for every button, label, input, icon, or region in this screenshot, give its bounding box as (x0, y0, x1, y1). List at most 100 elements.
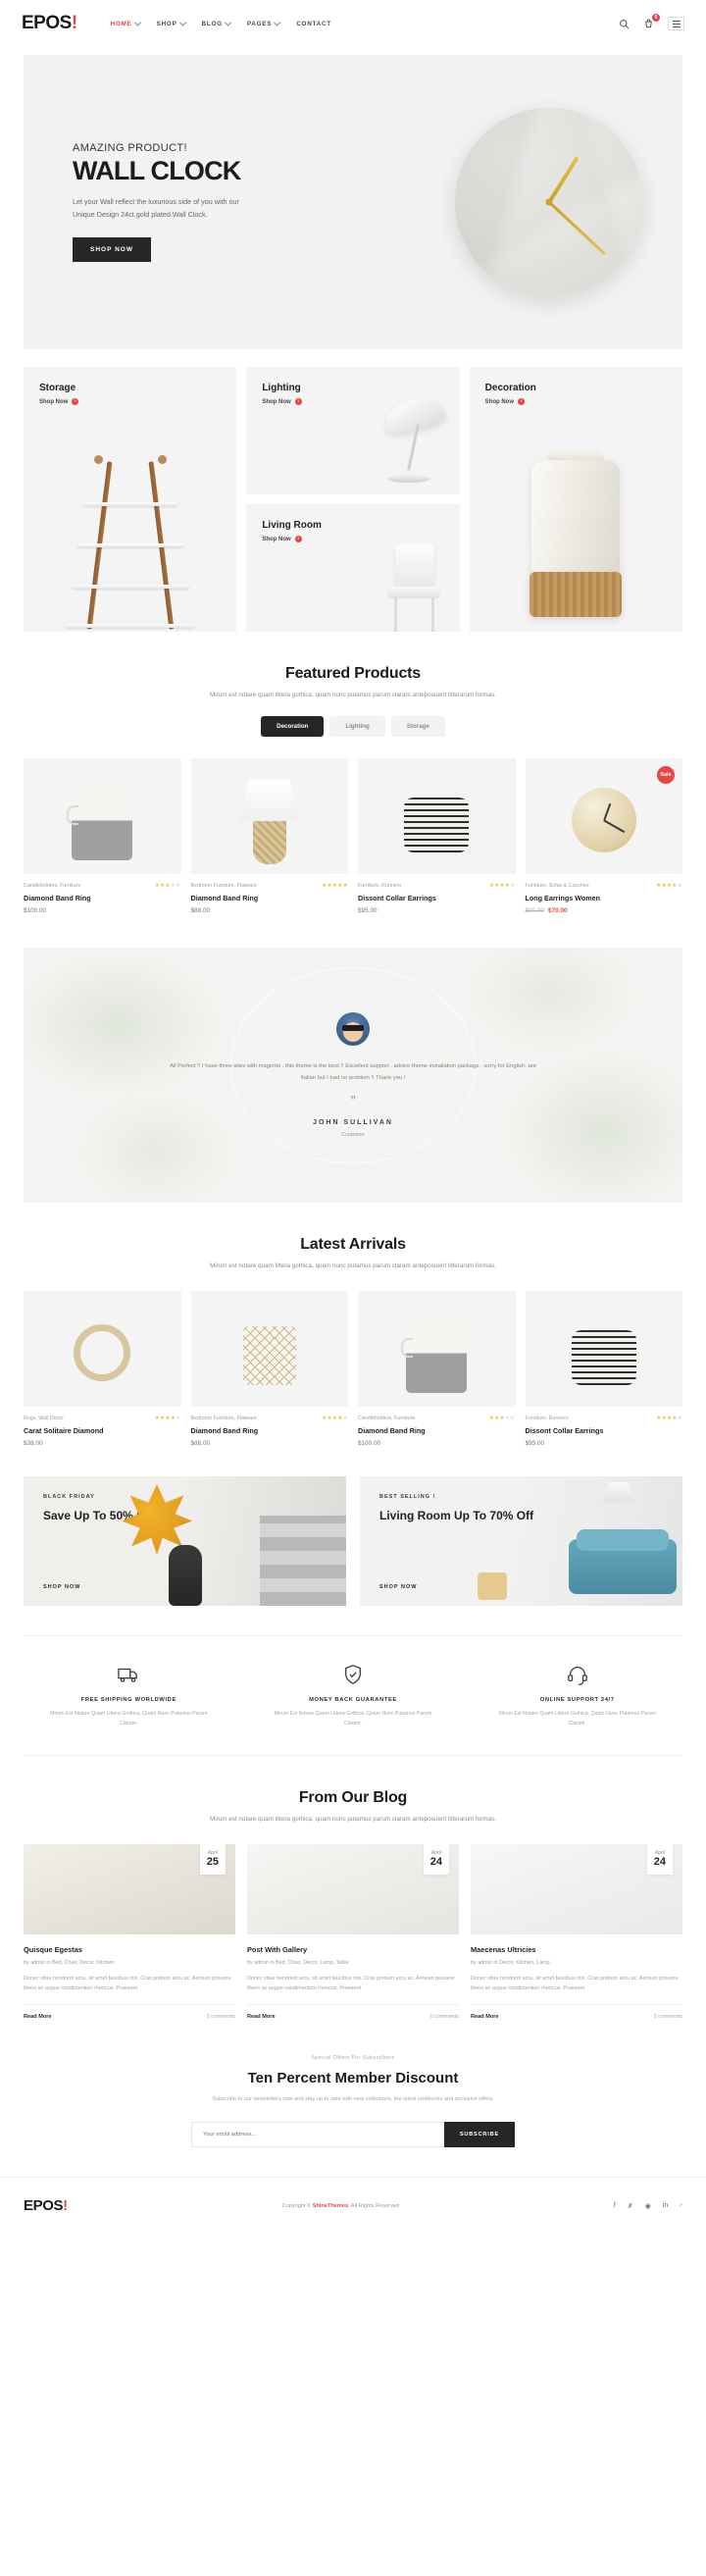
category-shop-now-link[interactable]: Shop Now › (485, 398, 682, 405)
blog-date-month: April (430, 1849, 441, 1856)
promo-shop-now-button[interactable]: SHOP NOW (379, 1584, 417, 1590)
product-card[interactable]: Sale Furniture, Sofas & Couches ★★★★★ Long … (525, 758, 683, 914)
services-bar: FREE SHIPPING WORLDWIDE Mirum Est Notare … (24, 1635, 682, 1756)
blog-card[interactable]: April 24 Maecenas Ultricies by admin in Dec… (471, 1843, 682, 2020)
product-image[interactable] (358, 758, 516, 874)
cart-icon[interactable]: 0 (643, 13, 660, 29)
product-category: Rugs, Wall Decor (24, 1416, 65, 1421)
email-field[interactable] (191, 2122, 444, 2148)
towels-image (260, 1516, 346, 1606)
product-name[interactable]: Diamond Band Ring (24, 894, 181, 902)
promo-banner-black-friday[interactable]: BLACK FRIDAY Save Up To 50% Off SHOP NOW (24, 1476, 346, 1606)
product-price-row: $88.00 (191, 1440, 349, 1447)
product-image[interactable] (525, 1291, 682, 1407)
product-card[interactable]: Furniture, Runners ★★★★★ Dissont Collar Ea… (525, 1291, 683, 1447)
product-image[interactable] (190, 758, 348, 874)
read-more-link[interactable]: Read More (247, 2014, 276, 2020)
instagram-icon[interactable]: ◉ (645, 2202, 651, 2210)
blog-date-day: 25 (206, 1855, 219, 1868)
tab-lighting[interactable]: Lighting (329, 716, 385, 737)
search-icon[interactable] (619, 19, 630, 29)
blog-comment-count: 0 comments (206, 2014, 235, 2021)
category-card-storage[interactable]: Storage Shop Now › (24, 367, 237, 632)
category-card-decoration[interactable]: Decoration Shop Now › (469, 367, 682, 632)
product-category: Furniture, Runners (358, 883, 402, 889)
nav-item-shop[interactable]: SHOP (157, 19, 186, 27)
product-card[interactable]: Bedroom Furniture, Flatware ★★★★★ Diamond … (190, 1291, 349, 1447)
arrivals-title: Latest Arrivals (300, 1236, 406, 1253)
chevron-down-icon (224, 19, 231, 26)
category-title: Lighting (262, 383, 301, 393)
tab-decoration[interactable]: Decoration (261, 716, 325, 737)
rss-icon[interactable]: ◜ (680, 2202, 682, 2210)
twitter-icon[interactable]: ✗ (628, 2202, 633, 2210)
site-footer: EPOS! Copyright © ShineThemes. All Right… (0, 2177, 706, 2234)
product-name[interactable]: Dissont Collar Earrings (358, 894, 516, 902)
product-meta: Furniture, Runners ★★★★★ (526, 1416, 683, 1421)
blog-grid: April 25 Quisque Egestas by admin in Bed, C… (24, 1843, 682, 2021)
tab-storage[interactable]: Storage (390, 716, 445, 737)
hamburger-icon[interactable] (668, 17, 684, 30)
product-category: Bedroom Furniture, Flatware (190, 883, 257, 889)
product-price: $95.00 (525, 1440, 545, 1447)
copyright: Copyright © ShineThemes. All Rights Rese… (282, 2203, 399, 2209)
quote-mark-icon: ” (350, 1094, 356, 1111)
category-card-lighting[interactable]: Lighting Shop Now › (246, 367, 460, 494)
blog-card[interactable]: April 24 Post With Gallery by admin in Bed,… (247, 1843, 459, 2020)
newsletter-kicker: Special Offers For Subscribers (311, 2055, 395, 2062)
site-logo[interactable]: EPOS! (22, 13, 77, 34)
promo-kicker: BLACK FRIDAY (43, 1494, 95, 1500)
shelf-illustration (65, 445, 195, 632)
blog-post-title[interactable]: Quisque Egestas (24, 1945, 235, 1954)
product-image[interactable] (358, 1291, 516, 1407)
product-card[interactable]: Candleholders, Furniture ★★★★★ Diamond Ban… (358, 1291, 516, 1447)
read-more-link[interactable]: Read More (471, 2014, 499, 2020)
nav-item-contact[interactable]: CONTACT (296, 21, 331, 27)
product-name[interactable]: Carat Solitaire Diamond (24, 1426, 181, 1435)
blog-thumbnail[interactable]: April 24 (247, 1843, 459, 1934)
read-more-link[interactable]: Read More (24, 2014, 52, 2020)
category-card-living-room[interactable]: Living Room Shop Now › (246, 504, 460, 632)
blog-thumbnail[interactable]: April 25 (24, 1843, 235, 1934)
product-image[interactable] (24, 758, 181, 874)
promo-shop-now-button[interactable]: SHOP NOW (43, 1584, 80, 1590)
product-image[interactable] (24, 1291, 181, 1407)
blog-card[interactable]: April 25 Quisque Egestas by admin in Bed, C… (24, 1843, 235, 2021)
product-image[interactable] (190, 1291, 348, 1407)
hero-shop-now-button[interactable]: SHOP NOW (73, 236, 151, 262)
product-name[interactable]: Dissont Collar Earrings (526, 1426, 683, 1435)
category-shop-now-link[interactable]: Shop Now › (39, 398, 236, 405)
service-item: ONLINE SUPPORT 24/7 Mirum Est Notare Quam… (472, 1662, 682, 1729)
rating-stars: ★★★★★ (488, 1416, 516, 1421)
product-card[interactable]: Rugs, Wall Decor ★★★★★ Carat Solitaire Dia… (24, 1291, 181, 1447)
linkedin-icon[interactable]: in (663, 2202, 668, 2209)
rating-stars: ★★★★★ (322, 1416, 348, 1421)
nav-item-home[interactable]: HOME (111, 19, 141, 27)
footer-logo-text: EPOS (24, 2197, 64, 2215)
blog-thumbnail[interactable]: April 24 (471, 1843, 682, 1934)
product-name[interactable]: Long Earrings Women (526, 894, 683, 902)
subscribe-button[interactable]: SUBSCRIBE (443, 2122, 515, 2148)
product-name[interactable]: Diamond Band Ring (191, 894, 349, 902)
blog-post-title[interactable]: Post With Gallery (247, 1945, 459, 1954)
chevron-down-icon (133, 19, 141, 26)
newsletter-subtitle: Subscribe to our newsletters now and sta… (212, 2096, 494, 2103)
wall-clock-illustration (455, 108, 643, 296)
product-category: Furniture, Sofas & Couches (525, 883, 589, 889)
product-card[interactable]: Bedroom Furniture, Flatware ★★★★★ Diamond … (190, 758, 349, 914)
nav-item-blog[interactable]: BLOG (202, 19, 231, 27)
testimonial-quote: All Perfect !! I have three sites with m… (170, 1062, 536, 1081)
nav-item-pages[interactable]: PAGES (247, 19, 281, 27)
product-name[interactable]: Diamond Band Ring (358, 1426, 516, 1435)
blog-post-title[interactable]: Maecenas Ultricies (471, 1945, 682, 1954)
category-grid: Storage Shop Now › Lighting Shop Now › L… (24, 367, 682, 632)
product-name[interactable]: Diamond Band Ring (191, 1426, 349, 1435)
category-shop-now-link[interactable]: Shop Now › (262, 536, 459, 542)
promo-banner-living-room[interactable]: BEST SELLING ! Living Room Up To 70% Off… (360, 1476, 682, 1606)
product-card[interactable]: Furniture, Runners ★★★★★ Dissont Collar Ea… (358, 758, 516, 914)
footer-logo[interactable]: EPOS! (24, 2197, 68, 2214)
product-image[interactable]: Sale (525, 758, 682, 874)
facebook-icon[interactable]: f (614, 2202, 616, 2209)
product-card[interactable]: Candleholders, Furniture ★★★★★ Diamond Ban… (24, 758, 181, 914)
category-link-label: Shop Now (484, 398, 514, 405)
